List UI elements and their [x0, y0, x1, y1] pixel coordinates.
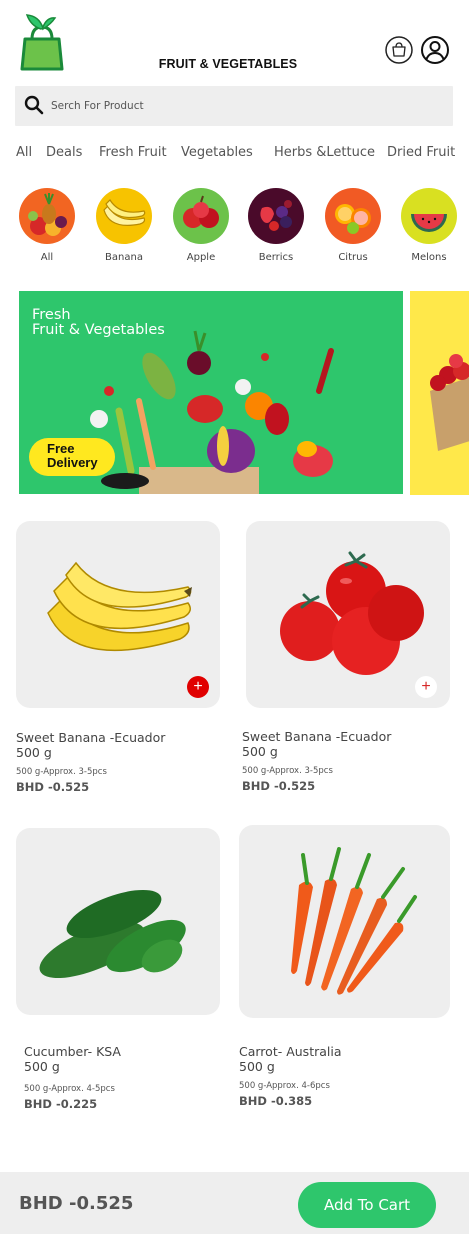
product-price: BHD -0.225 [24, 1097, 98, 1111]
user-profile-icon [421, 36, 449, 64]
product-price: BHD -0.525 [242, 779, 316, 793]
category-citrus[interactable]: Citrus [324, 188, 382, 263]
category-label: Melons [411, 252, 447, 263]
mixed-fruit-image [19, 188, 75, 244]
category-all[interactable]: All [18, 188, 76, 263]
promo-banner-next[interactable] [410, 291, 469, 495]
product-card[interactable] [16, 828, 220, 1015]
product-card[interactable]: + [246, 521, 450, 708]
tab-vegetables[interactable]: Vegetables [181, 145, 253, 160]
search-input[interactable] [51, 94, 431, 118]
banana-icon [96, 188, 152, 244]
citrus-icon [325, 188, 381, 244]
category-label: Banana [105, 252, 143, 263]
category-label: Citrus [338, 252, 368, 263]
apple-icon [173, 188, 229, 244]
product-description: 500 g-Approx. 4-6pcs [239, 1081, 330, 1091]
product-description: 500 g-Approx. 3-5pcs [16, 767, 107, 777]
promo-banner[interactable]: Fresh Fruit & Vegetables Free Delivery [19, 291, 403, 494]
berries-icon [248, 188, 304, 244]
product-price: BHD -0.385 [239, 1094, 313, 1108]
product-name: Cucumber- KSA 500 g [24, 1044, 121, 1074]
category-berrics[interactable]: Berrics [247, 188, 305, 263]
product-name: Carrot- Australia 500 g [239, 1044, 342, 1074]
add-to-cart-button[interactable]: + [187, 676, 209, 698]
tab-fresh-fruit[interactable]: Fresh Fruit [99, 145, 167, 160]
cart-total: BHD -0.525 [19, 1193, 134, 1214]
category-label: All [40, 252, 54, 263]
category-melons[interactable]: Melons [400, 188, 458, 263]
category-label: Apple [186, 252, 216, 263]
product-card[interactable] [239, 825, 450, 1018]
search-bar[interactable] [15, 86, 453, 126]
free-delivery-badge: Free Delivery [29, 438, 115, 476]
product-description: 500 g-Approx. 3-5pcs [242, 766, 333, 776]
product-name: Sweet Banana -Ecuador 500 g [242, 729, 392, 759]
carrot-image [291, 847, 417, 995]
checkout-bar: BHD -0.525 Add To Cart [0, 1172, 469, 1234]
product-description: 500 g-Approx. 4-5pcs [24, 1084, 115, 1094]
tab-all[interactable]: All [16, 145, 32, 160]
tab-herbs-lettuce[interactable]: Herbs &Lettuce [274, 145, 375, 160]
product-name: Sweet Banana -Ecuador 500 g [16, 730, 166, 760]
category-banana[interactable]: Banana [95, 188, 153, 263]
tab-deals[interactable]: Deals [46, 145, 82, 160]
product-card[interactable]: + [16, 521, 220, 708]
fruit-box-image [430, 354, 469, 451]
melon-icon [401, 188, 457, 244]
profile-button[interactable] [420, 35, 450, 65]
category-label: Berrics [258, 252, 294, 263]
search-icon[interactable] [24, 95, 44, 115]
shopping-bag-icon [385, 36, 413, 64]
add-to-cart-button[interactable]: + [415, 676, 437, 698]
cucumber-image [39, 889, 186, 978]
tab-dried-fruit[interactable]: Dried Fruit [387, 145, 455, 160]
product-price: BHD -0.525 [16, 780, 90, 794]
category-apple[interactable]: Apple [172, 188, 230, 263]
add-to-cart-main-button[interactable]: Add To Cart [298, 1182, 436, 1228]
cart-button[interactable] [384, 35, 414, 65]
